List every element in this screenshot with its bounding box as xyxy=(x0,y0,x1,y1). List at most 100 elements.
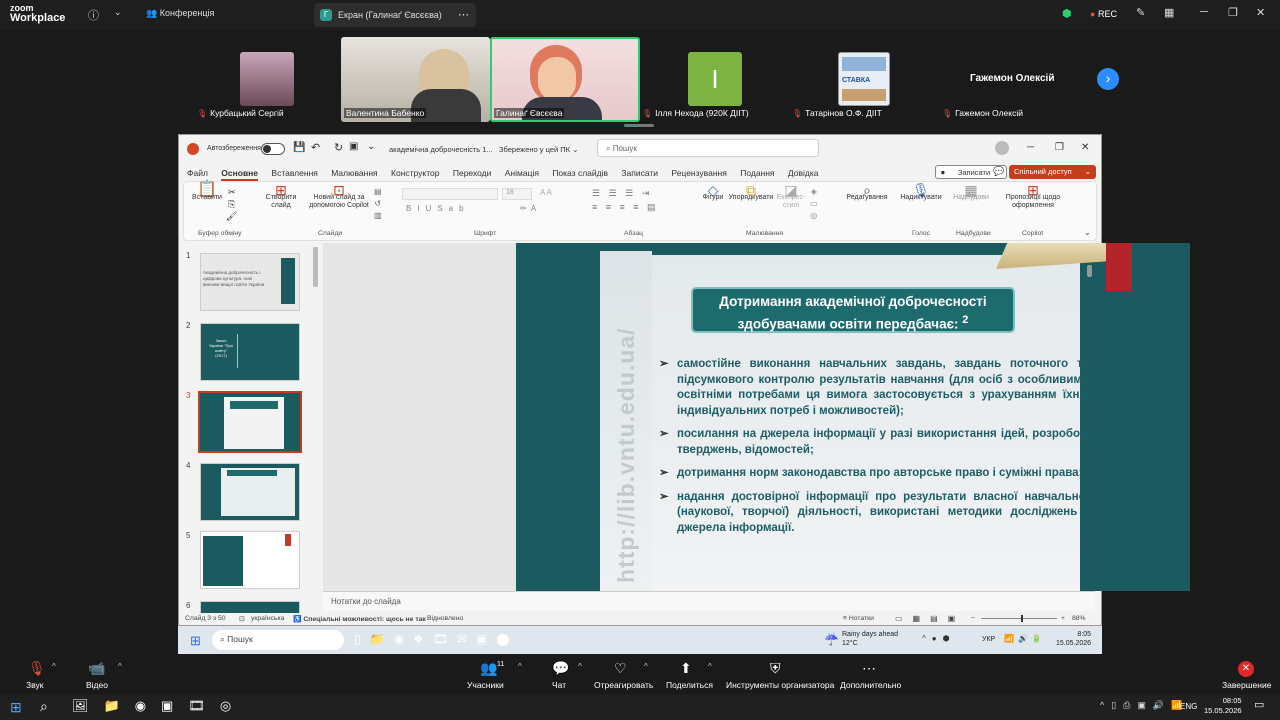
search-icon[interactable]: ⌕ xyxy=(40,698,48,715)
participants-icon[interactable]: 👥 xyxy=(480,660,497,677)
heart-icon[interactable]: ♡ xyxy=(614,660,627,677)
slide-thumbnail-selected[interactable] xyxy=(198,391,302,453)
tab-record[interactable]: Записати xyxy=(621,168,658,178)
end-call-icon[interactable]: ✕ xyxy=(1238,661,1254,677)
avatar[interactable] xyxy=(995,141,1009,155)
tab-review[interactable]: Рецензування xyxy=(671,168,726,178)
thumbnails-scrollbar[interactable] xyxy=(313,247,318,287)
accessibility-status[interactable]: ♿ Спеціальні можливості: щось не так xyxy=(293,615,426,623)
undo-icon[interactable]: ↶ xyxy=(311,141,320,154)
current-slide[interactable]: http://lib.vntu.edu.ua/ Дотримання акаде… xyxy=(516,243,1190,591)
participant-tile-name[interactable]: Гажемон Олексій xyxy=(970,73,1054,84)
tray-icons[interactable]: ^▯⎙▣🔊📶 xyxy=(1100,700,1189,711)
zoom-slider[interactable] xyxy=(981,618,1057,619)
participant-video[interactable] xyxy=(240,52,294,106)
share-options-icon[interactable]: ^ xyxy=(708,662,712,671)
quick-styles-button[interactable]: ◪ Експрес-стилі xyxy=(774,183,808,210)
new-slide-copilot-button[interactable]: ⊡ Новий слайд за допомогою Copilot xyxy=(302,183,376,210)
minimize-icon[interactable]: ─ xyxy=(1200,6,1208,18)
tab-view[interactable]: Подання xyxy=(740,168,774,178)
view-icon[interactable]: ▦ xyxy=(1164,6,1174,19)
designer-button[interactable]: ⊞ Пропозиції щодо оформлення xyxy=(1000,183,1066,210)
slide-thumbnail[interactable]: Закон України "Про освіту" (2017) xyxy=(200,323,300,381)
react-options-icon[interactable]: ^ xyxy=(644,662,648,671)
notifications-icon[interactable]: ▭ xyxy=(1254,698,1264,711)
video-options-icon[interactable]: ^ xyxy=(118,662,122,671)
slide-layout-tools[interactable]: ▤ ↺ ▥ xyxy=(374,186,382,222)
zoom-out-icon[interactable]: − xyxy=(971,615,975,622)
tab-animations[interactable]: Анімація xyxy=(505,168,539,178)
rec-indicator[interactable]: ● REC xyxy=(1090,9,1117,19)
view-buttons[interactable]: ▭▦▤▣ xyxy=(895,614,965,623)
slide-thumbnail[interactable] xyxy=(200,463,300,521)
restore-icon[interactable]: ❐ xyxy=(1228,6,1238,19)
clipboard-tools[interactable]: ✂ ⎘ 🖌 xyxy=(226,186,237,222)
video-off-icon[interactable]: 📹 xyxy=(88,660,105,677)
addins-button[interactable]: ▦ Надбудови xyxy=(950,183,992,202)
arrange-button[interactable]: ⧉ Упорядкувати xyxy=(728,183,774,202)
collapse-ribbon-icon[interactable]: ⌄ xyxy=(1084,228,1091,237)
autosave-toggle[interactable] xyxy=(261,143,285,155)
tab-design[interactable]: Конструктор xyxy=(391,168,439,178)
paragraph-buttons[interactable]: ☰ ☰ ☰ ⇥ ≡ ≡ ≡ ≡ ▤ xyxy=(592,186,659,214)
new-slide-button[interactable]: ⊞ Створити слайд xyxy=(260,183,302,210)
chat-options-icon[interactable]: ^ xyxy=(578,662,582,671)
screen-share-tab[interactable]: Г Екран (Галинаґ Євсєєва) ⋯ xyxy=(314,3,476,27)
tab-transitions[interactable]: Переходи xyxy=(453,168,492,178)
participants-options-icon[interactable]: ^ xyxy=(518,662,522,671)
dictate-button[interactable]: 🎙 Надиктувати xyxy=(898,183,944,202)
spellcheck-icon[interactable]: ⊡ xyxy=(239,615,245,623)
font-size-arrows[interactable]: A A xyxy=(540,188,552,197)
host-tools-icon[interactable]: ⛨ xyxy=(770,660,781,677)
chevron-down-icon[interactable]: ⌄ xyxy=(114,7,122,18)
info-icon[interactable]: ⓘ xyxy=(88,7,99,23)
comments-icon[interactable]: 💬 xyxy=(993,166,1004,177)
editing-button[interactable]: ⌕ Редагування xyxy=(844,183,890,202)
slide-thumbnail[interactable]: Академічна доброчесність і цифрова культ… xyxy=(200,253,300,311)
canvas-scrollbar[interactable] xyxy=(1087,265,1092,277)
windows-start-icon[interactable]: ⊞ xyxy=(10,699,22,716)
mic-muted-icon[interactable]: 🎙 xyxy=(28,660,46,677)
weather-widget[interactable]: Rainy days ahead 12°C xyxy=(842,630,898,648)
taskbar-apps[interactable]: 🖼📁◉▣🎞◎ xyxy=(72,698,246,714)
tab-file[interactable]: Файл xyxy=(187,168,208,178)
redo-icon[interactable]: ↻ xyxy=(334,141,343,154)
save-icon[interactable]: 💾 xyxy=(293,142,305,153)
annotate-icon[interactable]: ✎ xyxy=(1136,6,1145,19)
zoom-in-icon[interactable]: + xyxy=(1061,615,1065,622)
share-button[interactable]: Спільний доступ ⌄ xyxy=(1009,165,1097,179)
weather-icon[interactable]: ☔ xyxy=(824,632,839,646)
zoom-slider-thumb[interactable] xyxy=(1021,615,1023,622)
shape-format-buttons[interactable]: ◈ ▭ ◎ xyxy=(810,186,818,222)
resize-handle[interactable] xyxy=(624,124,654,127)
taskbar-apps[interactable]: ▯📁◉❖🎞✉▣⬤ xyxy=(354,632,519,646)
restore-icon[interactable]: ❐ xyxy=(1055,142,1064,153)
more-icon[interactable]: ⋯ xyxy=(458,8,469,21)
font-format-buttons[interactable]: BIUSab xyxy=(406,204,470,213)
local-clock[interactable]: 08:05 15.05.2026 xyxy=(1204,696,1242,716)
tab-draw[interactable]: Малювання xyxy=(331,168,377,178)
tab-slideshow[interactable]: Показ слайдів xyxy=(552,168,608,178)
chat-icon[interactable]: 💬 xyxy=(552,660,569,677)
participant-avatar[interactable]: СТАВКА xyxy=(838,52,890,106)
next-page-icon[interactable]: › xyxy=(1097,68,1119,90)
remote-clock[interactable]: 8:05 15.05.2026 xyxy=(1056,630,1091,648)
close-icon[interactable]: ✕ xyxy=(1081,142,1089,153)
notes-pane[interactable]: Нотатки до слайда xyxy=(323,591,1095,611)
notes-button[interactable]: ≡ Нотатки xyxy=(843,615,874,622)
network-sound-battery-icons[interactable]: 📶🔊🔋 xyxy=(1004,634,1046,643)
tab-insert[interactable]: Вставлення xyxy=(271,168,317,178)
windows-start-icon[interactable]: ⊞ xyxy=(190,633,201,649)
search-input[interactable]: ⌕ Пошук xyxy=(597,139,819,157)
tab-home[interactable]: Основне xyxy=(221,168,259,181)
paste-button[interactable]: 📋 Вставити xyxy=(192,182,222,202)
audio-options-icon[interactable]: ^ xyxy=(52,662,56,671)
close-icon[interactable]: ✕ xyxy=(1256,6,1265,19)
minimize-icon[interactable]: ─ xyxy=(1027,142,1034,153)
more-icon[interactable]: ⋯ xyxy=(862,660,876,677)
saved-status[interactable]: Збережено у цей ПК ⌄ xyxy=(499,145,578,154)
font-family-select[interactable] xyxy=(402,188,498,200)
meeting-tab[interactable]: 👥 Конференція xyxy=(146,8,214,19)
shapes-button[interactable]: ◇ Фігури xyxy=(700,183,726,202)
participant-avatar[interactable]: І xyxy=(688,52,742,106)
